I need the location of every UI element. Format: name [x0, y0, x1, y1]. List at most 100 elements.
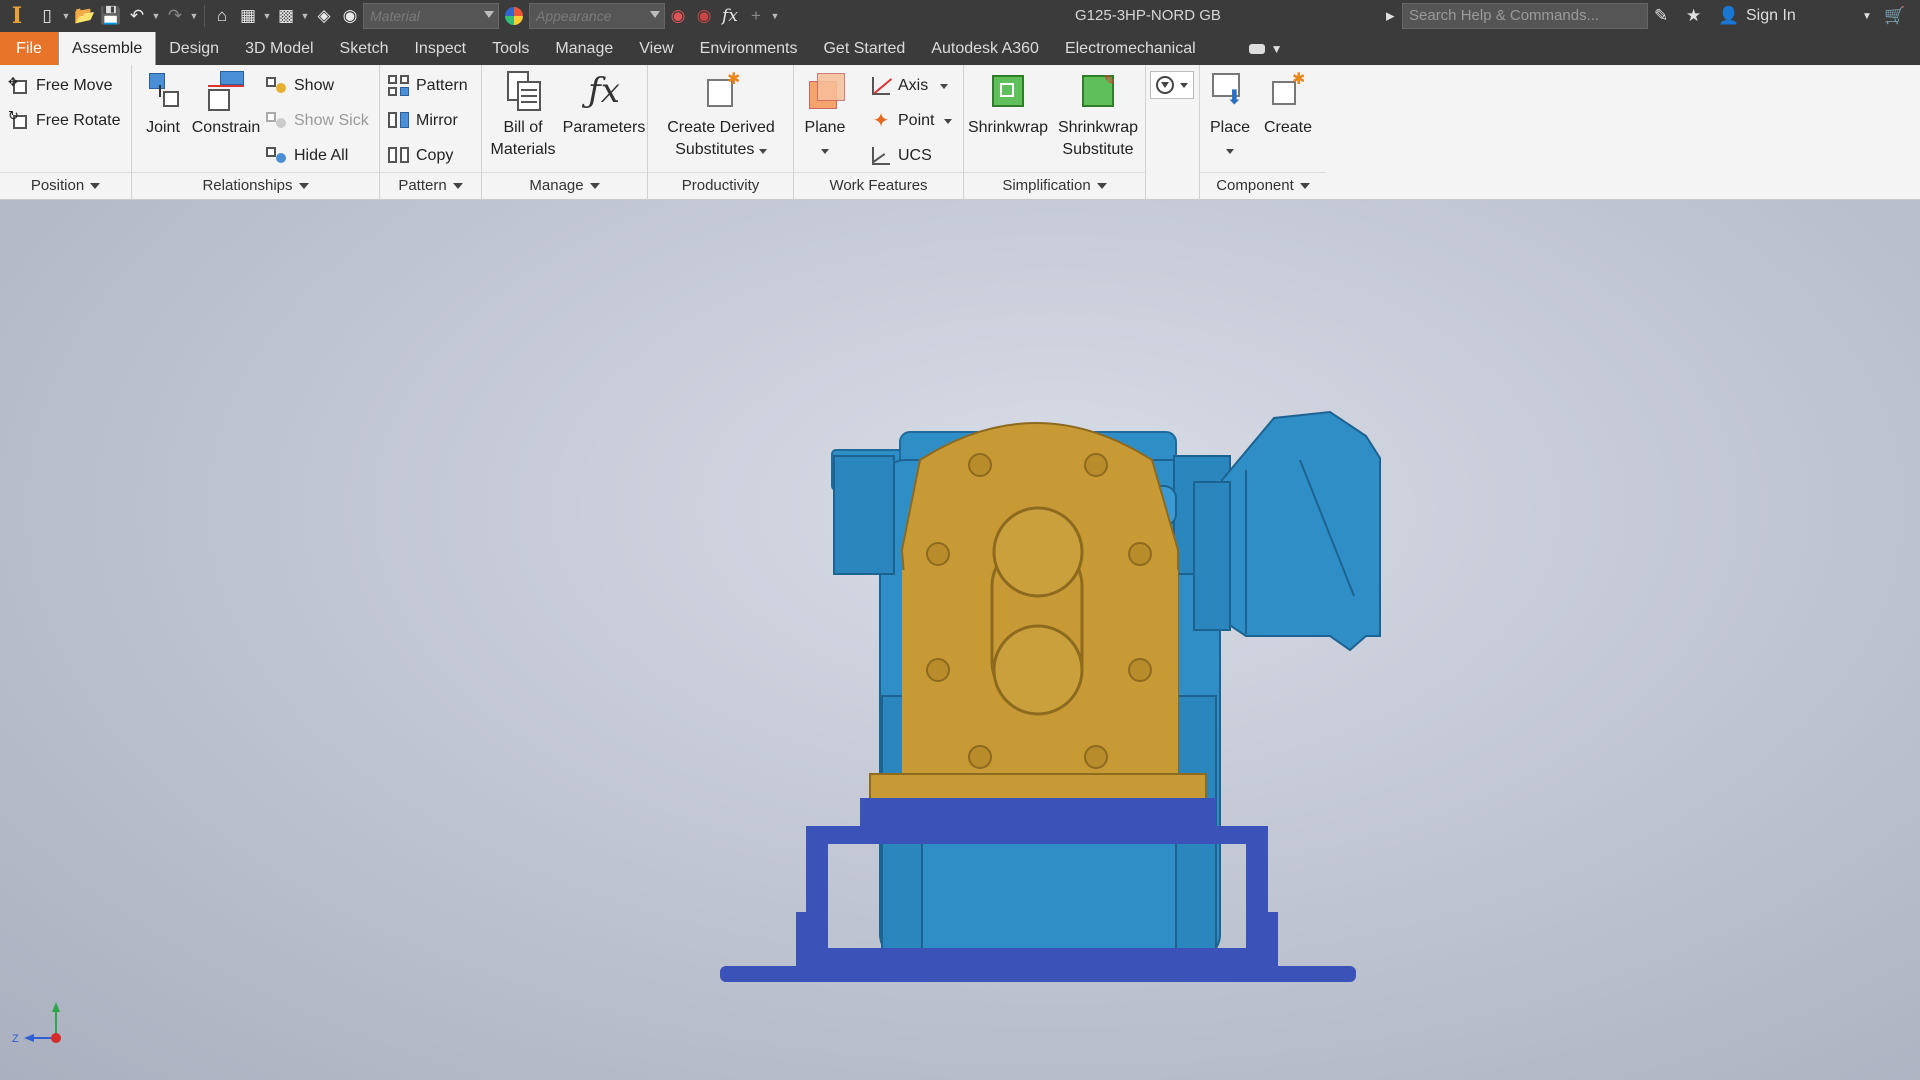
tab-electromechanical[interactable]: Electromechanical [1052, 32, 1209, 65]
constrain-button[interactable]: Constrain [190, 69, 262, 139]
terminal-box[interactable] [1193, 410, 1381, 652]
tab-design[interactable]: Design [156, 32, 232, 65]
redo-icon[interactable]: ↷ [162, 0, 188, 32]
save-icon[interactable]: 💾 [98, 0, 124, 32]
point-button[interactable]: ✦ Point [870, 106, 953, 136]
tab-manage[interactable]: Manage [542, 32, 626, 65]
undo-dropdown-icon[interactable]: ▼ [150, 0, 162, 32]
gear-motor-model[interactable] [0, 200, 1920, 1080]
shrinkwrap-substitute-button[interactable]: ✎ Shrinkwrap Substitute [1054, 69, 1142, 161]
chevron-down-icon[interactable] [944, 118, 953, 124]
parameters-fx-icon: ƒx [588, 71, 620, 111]
select-icon[interactable]: ▩ [273, 0, 299, 32]
place-dropdown[interactable] [1206, 139, 1254, 161]
joint-button[interactable]: Joint [138, 69, 188, 139]
graphics-viewport[interactable]: Z [0, 200, 1920, 1080]
shrinkwrap-substitute-label-line2: Substitute [1062, 141, 1134, 158]
tab-file[interactable]: File [0, 32, 58, 65]
panel-pattern: Pattern Mirror Copy Pattern [380, 65, 482, 200]
favorites-star-icon[interactable]: ★ [1686, 0, 1701, 32]
gearbox-cover[interactable] [869, 422, 1207, 811]
sign-in-link[interactable]: Sign In [1746, 0, 1796, 32]
new-dropdown-icon[interactable]: ▼ [60, 0, 72, 32]
axis-icon [870, 75, 893, 97]
free-rotate-button[interactable]: ↻ Free Rotate [8, 106, 120, 136]
user-icon[interactable]: 👤 [1718, 0, 1739, 32]
plane-button[interactable]: Plane [798, 69, 852, 161]
copy-button[interactable]: Copy [388, 141, 453, 171]
axis-button[interactable]: Axis [870, 71, 949, 101]
show-button[interactable]: Show [266, 71, 334, 101]
panel-title-simplification[interactable]: Simplification [964, 172, 1145, 200]
hide-all-button[interactable]: Hide All [266, 141, 348, 171]
ribbon-display-toggle[interactable]: ▼ [1209, 32, 1283, 65]
new-file-icon[interactable]: ▯ [34, 0, 60, 32]
tab-assemble[interactable]: Assemble [58, 32, 157, 65]
clear-appearance-icon[interactable]: ◉ [691, 0, 717, 32]
tab-get-started[interactable]: Get Started [810, 32, 918, 65]
free-move-button[interactable]: ✥ Free Move [8, 71, 112, 101]
chevron-down-icon [1299, 183, 1310, 190]
appearance-combo[interactable]: Appearance [529, 3, 665, 29]
chevron-down-icon[interactable] [940, 83, 949, 89]
tab-3d-model[interactable]: 3D Model [232, 32, 326, 65]
tab-sketch[interactable]: Sketch [327, 32, 402, 65]
select-dropdown-icon[interactable]: ▼ [299, 0, 311, 32]
plane-dropdown[interactable] [798, 139, 852, 161]
fx-icon[interactable]: fx [717, 0, 743, 32]
update-icon[interactable]: ▦ [235, 0, 261, 32]
shrinkwrap-button[interactable]: Shrinkwrap [966, 69, 1050, 139]
home-icon[interactable]: ⌂ [209, 0, 235, 32]
panel-title-pattern[interactable]: Pattern [380, 172, 481, 200]
bill-of-materials-button[interactable]: Bill of Materials [486, 69, 560, 161]
adjust-appearance-icon[interactable]: ◉ [665, 0, 691, 32]
binoculars-icon[interactable]: ✎ [1654, 0, 1668, 32]
show-sick-button[interactable]: Show Sick [266, 106, 369, 136]
chevron-down-icon: ▼ [1270, 41, 1283, 56]
cart-icon[interactable]: 🛒 [1884, 0, 1905, 32]
tab-view[interactable]: View [626, 32, 686, 65]
pattern-button[interactable]: Pattern [388, 71, 468, 101]
search-expand-icon[interactable]: ▸ [1386, 0, 1395, 32]
place-button[interactable]: ⬇ Place [1206, 69, 1254, 161]
show-icon [266, 75, 288, 97]
undo-icon[interactable]: ↶ [124, 0, 150, 32]
material-globe-icon[interactable]: ◉ [337, 0, 363, 32]
search-input[interactable]: Search Help & Commands... [1402, 3, 1648, 29]
free-rotate-label: Free Rotate [36, 112, 121, 129]
tab-tools[interactable]: Tools [479, 32, 542, 65]
open-folder-icon[interactable]: 📂 [72, 0, 98, 32]
material-combo[interactable]: Material [363, 3, 499, 29]
panel-title-component[interactable]: Component [1200, 172, 1326, 200]
ucs-button[interactable]: UCS [870, 141, 932, 171]
select-other-icon[interactable]: ◈ [311, 0, 337, 32]
free-move-label: Free Move [36, 77, 113, 94]
representations-dropdown[interactable] [1150, 71, 1194, 99]
create-derived-substitutes-button[interactable]: ✱ Create Derived Substitutes [652, 69, 790, 161]
panel-title-position[interactable]: Position [0, 172, 131, 200]
panel-title-manage[interactable]: Manage [482, 172, 647, 200]
plus-icon[interactable]: + [743, 0, 769, 32]
customize-dropdown-icon[interactable]: ▼ [769, 0, 781, 32]
create-component-button[interactable]: ✱ Create [1260, 69, 1316, 139]
ribbon-minimize-icon [1248, 43, 1265, 54]
tab-environments[interactable]: Environments [687, 32, 811, 65]
chevron-down-icon [90, 183, 101, 190]
redo-dropdown-icon[interactable]: ▼ [188, 0, 200, 32]
copy-label: Copy [416, 147, 454, 164]
panel-relationships: Joint Constrain Show Show Sick Hide All … [132, 65, 380, 200]
update-dropdown-icon[interactable]: ▼ [261, 0, 273, 32]
tab-autodesk-a360[interactable]: Autodesk A360 [918, 32, 1052, 65]
free-rotate-icon: ↻ [8, 108, 30, 132]
appearance-sphere-icon[interactable] [505, 7, 523, 25]
panel-title-relationships[interactable]: Relationships [132, 172, 379, 200]
plane-label: Plane [804, 119, 846, 136]
account-dropdown-icon[interactable]: ▼ [1862, 0, 1872, 32]
inventor-logo[interactable]: I [0, 0, 34, 32]
panel-work-features: Plane Axis ✦ Point UCS Work Features [794, 65, 964, 200]
material-placeholder: Material [370, 8, 420, 24]
parameters-button[interactable]: ƒx Parameters [562, 69, 646, 139]
tab-inspect[interactable]: Inspect [401, 32, 479, 65]
view-triad[interactable]: Z [10, 990, 70, 1050]
mirror-button[interactable]: Mirror [388, 106, 458, 136]
